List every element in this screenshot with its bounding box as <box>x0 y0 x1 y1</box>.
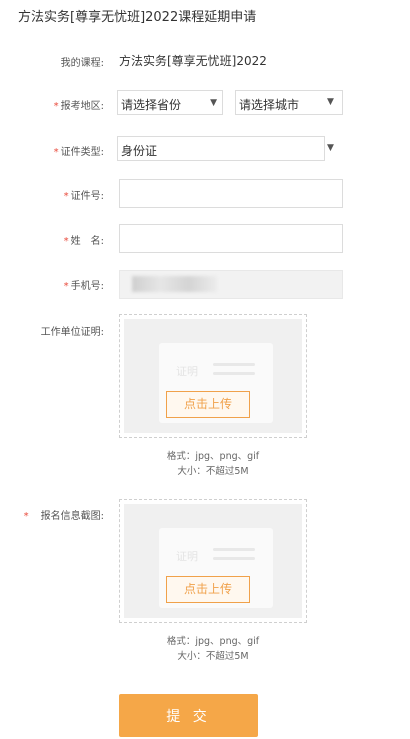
caret-down-icon: ▼ <box>210 98 217 108</box>
signup-screenshot-label: * 报名信息截图: <box>23 511 104 522</box>
required-mark: * <box>53 147 59 158</box>
province-select-text: 请选择省份 <box>121 98 182 112</box>
course-value: 方法实务[尊享无忧班]2022 <box>119 54 267 68</box>
required-mark: * <box>53 101 59 112</box>
work-proof-label: 工作单位证明: <box>40 327 104 338</box>
upload-preview: 证明 点击上传 <box>124 319 302 433</box>
id-type-label: * 证件类型: <box>53 147 104 158</box>
id-number-label: * 证件号: <box>63 191 104 202</box>
page-title: 方法实务[尊享无忧班]2022课程延期申请 <box>18 10 257 25</box>
card-line <box>213 548 255 551</box>
size-hint: 大小：不超过5M <box>177 466 249 477</box>
upload-button[interactable]: 点击上传 <box>166 576 250 603</box>
region-label: * 报考地区: <box>53 101 104 112</box>
format-hint: 格式：jpg、png、gif <box>166 636 260 647</box>
phone-label: * 手机号: <box>63 281 104 292</box>
course-label: 我的课程: <box>60 58 104 69</box>
card-line <box>213 363 255 366</box>
upload-preview: 证明 点击上传 <box>124 504 302 618</box>
id-number-input[interactable] <box>119 179 343 208</box>
submit-button[interactable]: 提 交 <box>119 694 258 737</box>
signup-screenshot-upload[interactable]: 证明 点击上传 <box>119 499 307 623</box>
province-select[interactable]: 请选择省份 ▼ <box>117 90 223 115</box>
id-type-select-text: 身份证 <box>121 144 158 158</box>
card-text: 证明 <box>176 365 198 378</box>
caret-down-icon: ▼ <box>327 143 334 153</box>
size-hint: 大小：不超过5M <box>177 651 249 662</box>
name-input[interactable] <box>119 224 343 253</box>
card-text: 证明 <box>176 550 198 563</box>
city-select-text: 请选择城市 <box>239 98 300 112</box>
required-mark: * <box>63 281 69 292</box>
required-mark: * <box>63 236 69 247</box>
required-mark: * <box>23 511 29 522</box>
work-proof-upload[interactable]: 证明 点击上传 <box>119 314 307 438</box>
upload-button[interactable]: 点击上传 <box>166 391 250 418</box>
caret-down-icon: ▼ <box>327 97 334 107</box>
card-line <box>213 557 255 560</box>
phone-input <box>119 270 343 299</box>
required-mark: * <box>63 191 69 202</box>
name-label: * 姓 名: <box>63 236 104 247</box>
redacted-phone <box>132 276 217 292</box>
id-type-select[interactable]: 身份证 <box>117 136 325 161</box>
format-hint: 格式：jpg、png、gif <box>166 451 260 462</box>
card-line <box>213 372 255 375</box>
